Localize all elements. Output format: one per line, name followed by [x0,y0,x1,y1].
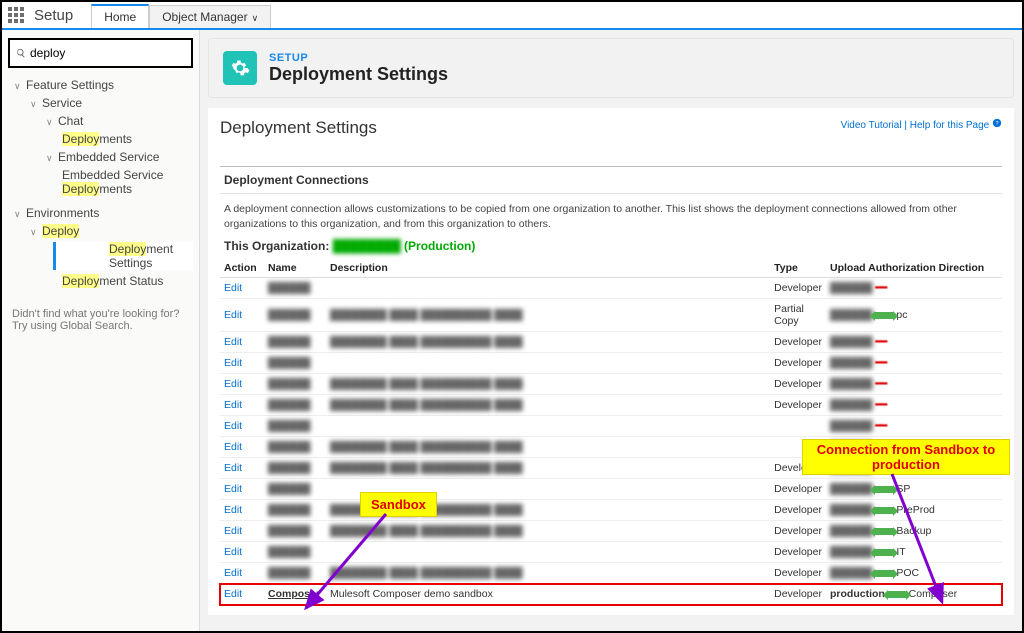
search-input-wrapper[interactable] [8,38,193,68]
arrow-green-icon [875,528,893,535]
arrow-green-icon [875,570,893,577]
table-row-highlight: Edit Composer Mulesoft Composer demo san… [220,584,1002,605]
arrow-green-icon [875,312,893,319]
connections-table: Action Name Description Type Upload Auth… [220,259,1002,605]
table-row: Edit██████Developer██████ SP [220,479,1002,500]
th-desc: Description [326,259,770,278]
th-type: Type [770,259,826,278]
edit-link[interactable]: Edit [224,462,242,474]
table-row: Edit██████████████ ████ ██████████ ████D… [220,374,1002,395]
help-links: Video Tutorial | Help for this Page ? [841,118,1002,131]
chevron-down-icon: ∨ [252,13,259,23]
arrow-red-icon: ━━ [875,378,886,390]
page-banner: SETUP Deployment Settings [208,38,1014,98]
tab-object-manager[interactable]: Object Manager∨ [149,5,271,28]
arrow-red-icon: ━━ [875,399,886,411]
edit-link[interactable]: Edit [224,336,242,348]
row-name[interactable]: Composer [264,584,326,605]
tree-chat-deployments[interactable]: Deployments [8,130,193,148]
edit-link[interactable]: Edit [224,441,242,453]
arrow-green-icon [875,486,893,493]
tree-environments[interactable]: ∨Environments [8,204,193,222]
table-row: Edit██████████████ ████ ██████████ ████D… [220,500,1002,521]
section-title: Deployment Connections [220,166,1002,194]
setup-title: Setup [34,7,73,24]
edit-link[interactable]: Edit [224,525,242,537]
section-desc: A deployment connection allows customiza… [220,194,1002,237]
arrow-green-icon [875,507,893,514]
row-desc: Mulesoft Composer demo sandbox [326,584,770,605]
tree-embedded-deployments[interactable]: Embedded Service Deployments [8,166,193,198]
sidebar-hint: Didn't find what you're looking for? Try… [8,308,193,332]
row-type: Developer [770,584,826,605]
tree-deploy[interactable]: ∨Deploy [8,222,193,240]
arrow-green-icon [888,591,906,598]
edit-link[interactable]: Edit [224,399,242,411]
edit-link[interactable]: Edit [224,378,242,390]
table-row: Edit██████Developer██████ ━━ [220,353,1002,374]
edit-link[interactable]: Edit [224,504,242,516]
arrow-red-icon: ━━ [875,336,886,348]
th-action: Action [220,259,264,278]
tree-deployment-settings[interactable]: Deployment Settings [53,242,193,270]
edit-link[interactable]: Edit [224,420,242,432]
arrow-green-icon [875,549,893,556]
help-link[interactable]: Help for this Page [910,120,990,131]
edit-link[interactable]: Edit [224,282,242,294]
table-row: Edit████████████ ━━ [220,416,1002,437]
table-row: Edit██████████████ ████ ██████████ ████P… [220,299,1002,332]
tab-home[interactable]: Home [91,4,149,28]
tree-feature-settings[interactable]: ∨Feature Settings [8,76,193,94]
table-row: Edit██████████████ ████ ██████████ ████D… [220,521,1002,542]
th-name: Name [264,259,326,278]
gear-icon [223,51,257,85]
banner-title: Deployment Settings [269,64,448,85]
edit-link[interactable]: Edit [224,483,242,495]
quick-find-input[interactable] [30,46,185,60]
annotation-connection: Connection from Sandbox to production [802,439,1010,475]
arrow-red-icon: ━━ [875,357,886,369]
tree-service[interactable]: ∨Service [8,94,193,112]
app-launcher-icon[interactable] [8,7,24,23]
edit-link[interactable]: Edit [224,357,242,369]
banner-label: SETUP [269,52,448,64]
th-upload: Upload Authorization Direction [826,259,1002,278]
video-tutorial-link[interactable]: Video Tutorial [841,120,902,131]
tree-deployment-status[interactable]: Deployment Status [8,272,193,290]
table-row: Edit██████████████ ████ ██████████ ████D… [220,395,1002,416]
tree-chat[interactable]: ∨Chat [8,112,193,130]
this-org: This Organization: ████████ (Production) [220,237,1002,259]
table-row: Edit██████Developer██████ IT [220,542,1002,563]
arrow-red-icon: ━━ [875,282,886,294]
edit-link[interactable]: Edit [224,588,242,600]
tree-embedded-service[interactable]: ∨Embedded Service [8,148,193,166]
arrow-red-icon: ━━ [875,420,886,432]
table-row: Edit██████████████ ████ ██████████ ████D… [220,563,1002,584]
edit-link[interactable]: Edit [224,546,242,558]
edit-link[interactable]: Edit [224,567,242,579]
table-row: Edit██████████████ ████ ██████████ ████D… [220,332,1002,353]
table-row: Edit██████Developer██████ ━━ [220,278,1002,299]
search-icon [16,47,26,59]
edit-link[interactable]: Edit [224,309,242,321]
annotation-sandbox: Sandbox [360,492,437,517]
